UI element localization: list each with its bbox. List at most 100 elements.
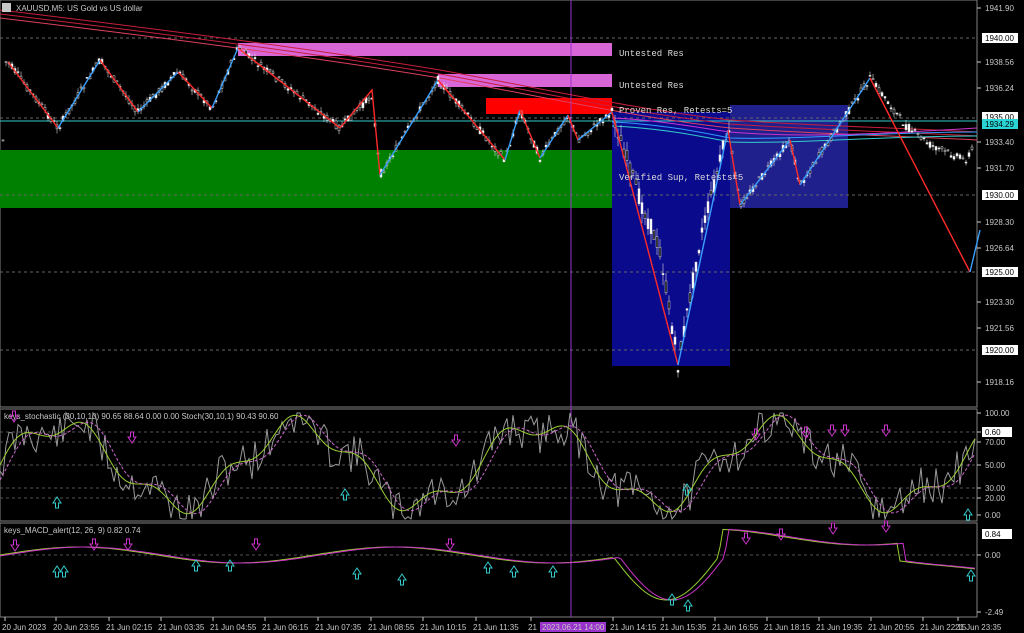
candle-body xyxy=(850,101,854,104)
candle-body xyxy=(643,212,647,219)
candle-body xyxy=(625,149,629,161)
candle-body xyxy=(658,247,662,258)
candle-body xyxy=(601,121,605,124)
proven-res-zone xyxy=(486,98,612,114)
candle-body xyxy=(640,202,644,214)
candle-body xyxy=(955,153,959,157)
candle-body xyxy=(937,147,941,150)
candle-body xyxy=(316,112,320,115)
price-tick: 1931.70 xyxy=(985,164,1014,173)
candle-body xyxy=(610,107,614,112)
price-tick: 1921.56 xyxy=(985,324,1014,333)
candle-body xyxy=(892,108,896,115)
price-level-label: 1920.00 xyxy=(985,346,1014,355)
candle-body xyxy=(709,189,713,195)
time-tick: 21 Jun 06:15 xyxy=(262,623,309,632)
candle-body xyxy=(949,155,953,158)
candle-body xyxy=(832,128,836,131)
candle-body xyxy=(694,261,698,272)
candle-body xyxy=(670,325,674,334)
chart-canvas[interactable]: Untested Res Untested Res Proven Res, Re… xyxy=(0,0,1024,633)
stochastic-title: keys_stochastic (30,10,10) 90.65 88.64 0… xyxy=(4,412,279,421)
candle-body xyxy=(868,75,872,77)
zone-label-proven-res: Proven Res, Retests=5 xyxy=(619,106,732,116)
candle-body xyxy=(538,159,542,162)
price-tick: 1938.56 xyxy=(985,58,1014,67)
candle-body xyxy=(343,118,347,121)
candle-body xyxy=(967,152,971,157)
stochastic-tick: 50.00 xyxy=(985,461,1006,470)
candle-body xyxy=(883,96,887,99)
candle-body xyxy=(415,116,419,119)
candle-body xyxy=(886,101,890,105)
price-level-label: 1930.00 xyxy=(985,191,1014,200)
candle-body xyxy=(367,97,371,101)
candle-body xyxy=(688,292,692,303)
candle-body xyxy=(916,133,920,135)
candle-body xyxy=(913,129,917,131)
untested-res-zone-2 xyxy=(438,74,612,87)
candle-body xyxy=(382,170,386,173)
blue-zone-right xyxy=(730,105,848,208)
candle-body xyxy=(79,86,83,89)
candle-body xyxy=(361,102,365,109)
candle-body xyxy=(907,123,911,132)
candle-body xyxy=(703,215,707,223)
candle-body xyxy=(871,78,875,81)
macd-pane[interactable] xyxy=(0,522,978,618)
candle-body xyxy=(253,57,257,59)
chart-menu-icon[interactable] xyxy=(2,3,11,12)
time-tick: 21 Jun 08:55 xyxy=(368,623,415,632)
candle-body xyxy=(958,154,962,159)
time-tick: 21 Jun 20:55 xyxy=(868,623,915,632)
candle-body xyxy=(586,132,590,136)
candle-body xyxy=(190,89,194,92)
candle-body xyxy=(652,230,656,240)
candle-body xyxy=(637,188,641,205)
price-tick: 1936.24 xyxy=(985,84,1014,93)
untested-res-zone-1 xyxy=(238,43,612,56)
candle-body xyxy=(946,149,950,152)
price-tick: 1918.16 xyxy=(985,378,1014,387)
macd-tick: -2.49 xyxy=(985,608,1004,617)
candle-body xyxy=(592,123,596,126)
time-tick: 20 Jun 2023 xyxy=(2,623,47,632)
time-tick: 21 Jun 03:35 xyxy=(158,623,205,632)
time-axis: 20 Jun 2023 20 Jun 23:55 21 Jun 02:15 21 Ju… xyxy=(2,617,1002,632)
candle-body xyxy=(655,236,659,248)
stochastic-tick: 100.00 xyxy=(985,409,1010,418)
candle-body xyxy=(961,157,965,160)
stochastic-tick: 30.00 xyxy=(985,484,1006,493)
price-tick: 1928.30 xyxy=(985,218,1014,227)
candle-body xyxy=(874,82,878,87)
candle-body xyxy=(940,146,944,150)
time-tick: 21 Jun 14:15 xyxy=(610,623,657,632)
price-tick: 1933.40 xyxy=(985,138,1014,147)
macd-title: keys_MACD_alert(12, 26, 9) 0.82 0.74 xyxy=(4,526,141,535)
candle-body xyxy=(934,146,938,151)
candle-body xyxy=(919,136,923,140)
macd-value: 0.84 xyxy=(985,530,1001,539)
stochastic-tick: 20.00 xyxy=(985,494,1006,503)
candle-body xyxy=(439,87,443,89)
candle-body xyxy=(706,201,710,213)
price-level-label: 1940.00 xyxy=(985,34,1014,43)
candle-body xyxy=(646,218,650,230)
candle-body xyxy=(172,71,176,75)
window-title: XAUUSD,M5: US Gold vs US dollar xyxy=(16,4,143,13)
candle-body xyxy=(895,112,899,115)
candle-body xyxy=(697,249,701,254)
candle-body xyxy=(280,79,284,82)
candle-body xyxy=(904,124,908,130)
time-tick: 21 Jun 15:35 xyxy=(660,623,707,632)
candle-body xyxy=(964,161,968,164)
macd-axis: 0.00 -2.49 0.84 xyxy=(977,529,1012,617)
candle-body xyxy=(16,71,20,73)
stochastic-tick: 0.00 xyxy=(985,511,1001,520)
price-level-label: 1925.00 xyxy=(985,268,1014,277)
candle-body xyxy=(898,114,902,116)
candle-body xyxy=(277,76,281,79)
cursor-time-label: 2023.06.21 14:00 xyxy=(542,623,605,632)
zone-label-untested-res-1: Untested Res xyxy=(619,49,684,59)
candle-body xyxy=(649,218,653,235)
